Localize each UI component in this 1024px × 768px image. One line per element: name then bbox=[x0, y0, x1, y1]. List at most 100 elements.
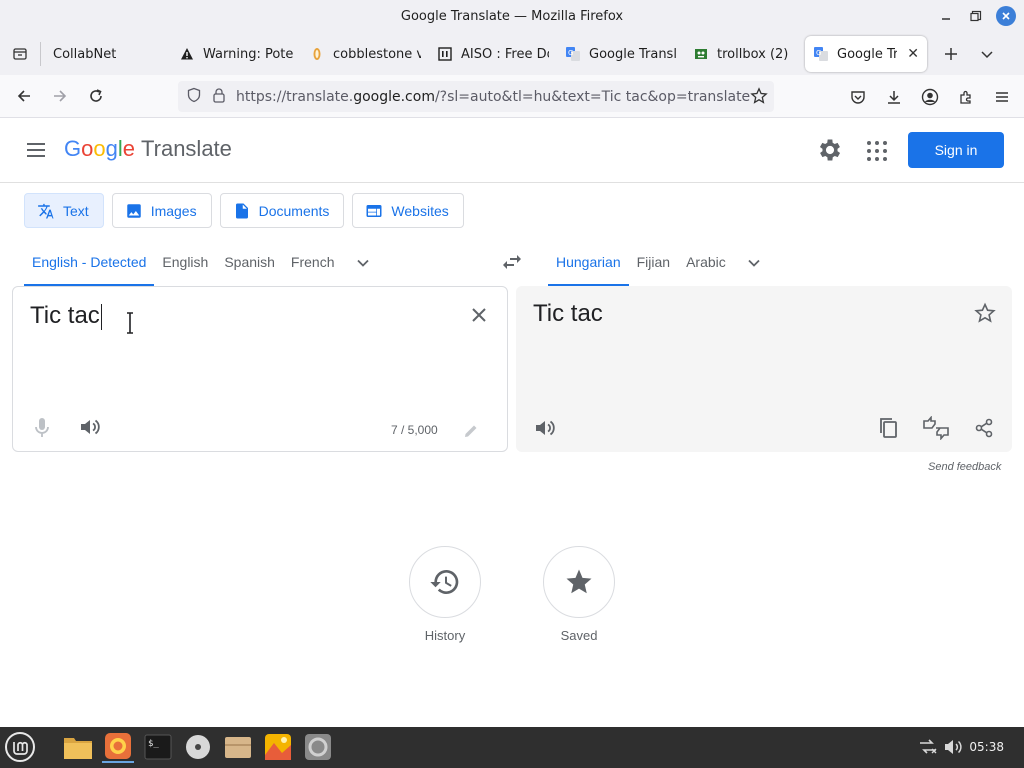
terminal-icon[interactable]: $_ bbox=[142, 731, 174, 763]
source-more-languages-chevron-icon[interactable] bbox=[343, 240, 383, 286]
disc-drive-icon[interactable] bbox=[182, 731, 214, 763]
copy-translation-icon[interactable] bbox=[878, 417, 898, 439]
source-lang-spanish[interactable]: Spanish bbox=[216, 240, 283, 286]
saved-label: Saved bbox=[560, 628, 598, 643]
list-all-tabs-icon[interactable] bbox=[969, 36, 1005, 72]
extensions-icon[interactable] bbox=[950, 81, 982, 113]
mode-label: Text bbox=[63, 202, 89, 219]
document-icon bbox=[235, 203, 248, 218]
desktop-taskbar: $_ 05:38 bbox=[0, 727, 1024, 768]
tab-collabnet[interactable]: CollabNet bbox=[41, 36, 171, 72]
target-lang-fijian[interactable]: Fijian bbox=[629, 240, 678, 286]
new-tab-icon[interactable] bbox=[933, 36, 969, 72]
target-lang-arabic[interactable]: Arabic bbox=[678, 240, 734, 286]
downloads-icon[interactable] bbox=[878, 81, 910, 113]
saved-circle[interactable] bbox=[543, 546, 615, 618]
tab-strip: CollabNet Warning: Pote cobblestone v AI… bbox=[0, 33, 1024, 75]
svg-text:$_: $_ bbox=[148, 739, 159, 749]
microphone-icon[interactable] bbox=[33, 417, 51, 439]
back-icon[interactable] bbox=[6, 80, 42, 112]
minimize-icon[interactable] bbox=[936, 6, 956, 26]
pocket-icon[interactable] bbox=[842, 81, 874, 113]
mode-label: Images bbox=[150, 202, 197, 219]
disk-usage-icon[interactable] bbox=[302, 731, 334, 763]
mode-text-button[interactable]: Text bbox=[24, 193, 104, 228]
history-button[interactable]: History bbox=[409, 546, 481, 643]
image-icon bbox=[126, 203, 141, 218]
mode-label: Websites bbox=[391, 202, 449, 219]
tab-google-translate-active[interactable]: G Google Tran ✕ bbox=[805, 36, 927, 72]
source-lang-french[interactable]: French bbox=[283, 240, 343, 286]
url-bar[interactable]: https://translate.google.com/?sl=auto&tl… bbox=[178, 81, 774, 112]
maximize-icon[interactable] bbox=[966, 6, 986, 26]
history-label: History bbox=[424, 628, 466, 643]
source-lang-english[interactable]: English bbox=[154, 240, 216, 286]
network-icon[interactable] bbox=[918, 738, 938, 756]
tab-label: Google Transl bbox=[589, 46, 677, 62]
url-host: google.com bbox=[353, 88, 435, 105]
firefox-taskbar-icon[interactable] bbox=[102, 731, 134, 763]
tab-aiso[interactable]: AISO : Free Do bbox=[429, 36, 557, 72]
close-tab-icon[interactable]: ✕ bbox=[907, 46, 919, 62]
clock[interactable]: 05:38 bbox=[969, 740, 1004, 754]
lock-icon[interactable] bbox=[212, 87, 226, 107]
menu-icon[interactable] bbox=[986, 81, 1018, 113]
tab-google-translate[interactable]: G Google Transl bbox=[557, 36, 685, 72]
window-titlebar: Google Translate — Mozilla Firefox bbox=[0, 0, 1024, 33]
text-caret bbox=[100, 303, 102, 330]
source-text-input[interactable]: Tic tac bbox=[30, 302, 102, 330]
translate-header: Google Translate Sign in bbox=[0, 118, 1024, 183]
mode-websites-button[interactable]: Websites bbox=[352, 193, 464, 228]
tab-cobblestone[interactable]: cobblestone v bbox=[301, 36, 429, 72]
source-lang-detected[interactable]: English - Detected bbox=[24, 240, 155, 286]
target-more-languages-chevron-icon[interactable] bbox=[734, 240, 774, 286]
send-feedback-link[interactable]: Send feedback bbox=[928, 461, 1001, 473]
account-icon[interactable] bbox=[914, 81, 946, 113]
close-window-icon[interactable] bbox=[996, 6, 1016, 26]
history-circle[interactable] bbox=[409, 546, 481, 618]
google-apps-icon[interactable] bbox=[864, 138, 888, 162]
text-cursor-icon bbox=[127, 312, 133, 334]
saved-star-icon bbox=[566, 569, 592, 594]
tab-list-icon[interactable] bbox=[0, 33, 40, 75]
archive-manager-icon[interactable] bbox=[222, 731, 254, 763]
source-text-panel: Tic tac 7 / 5,000 bbox=[12, 286, 508, 452]
url-text: https://translate.google.com/?sl=auto&tl… bbox=[236, 89, 750, 105]
tracking-protection-icon[interactable] bbox=[186, 87, 202, 107]
files-folder-icon[interactable] bbox=[62, 731, 94, 763]
reload-icon[interactable] bbox=[78, 80, 114, 112]
forward-icon[interactable] bbox=[42, 80, 78, 112]
share-translation-icon[interactable] bbox=[974, 418, 994, 438]
clear-source-icon[interactable] bbox=[469, 305, 489, 325]
history-icon bbox=[430, 570, 459, 594]
edit-pencil-icon[interactable] bbox=[463, 423, 479, 439]
saved-button[interactable]: Saved bbox=[543, 546, 615, 643]
listen-source-icon[interactable] bbox=[79, 417, 101, 437]
warning-icon bbox=[179, 46, 195, 62]
mint-menu-icon[interactable] bbox=[4, 731, 36, 763]
tab-warning[interactable]: Warning: Pote bbox=[171, 36, 301, 72]
translate-icon bbox=[38, 203, 54, 218]
website-icon bbox=[366, 204, 382, 217]
settings-gear-icon[interactable] bbox=[816, 136, 844, 164]
aiso-icon bbox=[437, 46, 453, 62]
swap-languages-icon[interactable] bbox=[500, 250, 524, 274]
navigation-toolbar: https://translate.google.com/?sl=auto&tl… bbox=[0, 75, 1024, 118]
target-lang-hungarian[interactable]: Hungarian bbox=[548, 240, 629, 286]
tab-label: AISO : Free Do bbox=[461, 46, 549, 62]
listen-translation-icon[interactable] bbox=[534, 418, 556, 438]
rate-translation-icon[interactable] bbox=[922, 415, 950, 441]
volume-icon[interactable] bbox=[943, 738, 963, 756]
source-text: Tic tac bbox=[30, 302, 100, 329]
sign-in-button[interactable]: Sign in bbox=[908, 132, 1004, 168]
google-translate-logo[interactable]: Google Translate bbox=[64, 136, 232, 162]
tab-trollbox[interactable]: trollbox (2) bbox=[685, 36, 805, 72]
tab-label: trollbox (2) bbox=[717, 46, 789, 62]
bookmark-star-icon[interactable] bbox=[750, 87, 768, 109]
save-translation-star-icon[interactable] bbox=[974, 302, 996, 324]
product-name: Translate bbox=[141, 136, 232, 161]
mode-images-button[interactable]: Images bbox=[111, 193, 212, 228]
image-viewer-icon[interactable] bbox=[262, 731, 294, 763]
main-menu-icon[interactable] bbox=[24, 139, 48, 163]
mode-documents-button[interactable]: Documents bbox=[219, 193, 345, 228]
